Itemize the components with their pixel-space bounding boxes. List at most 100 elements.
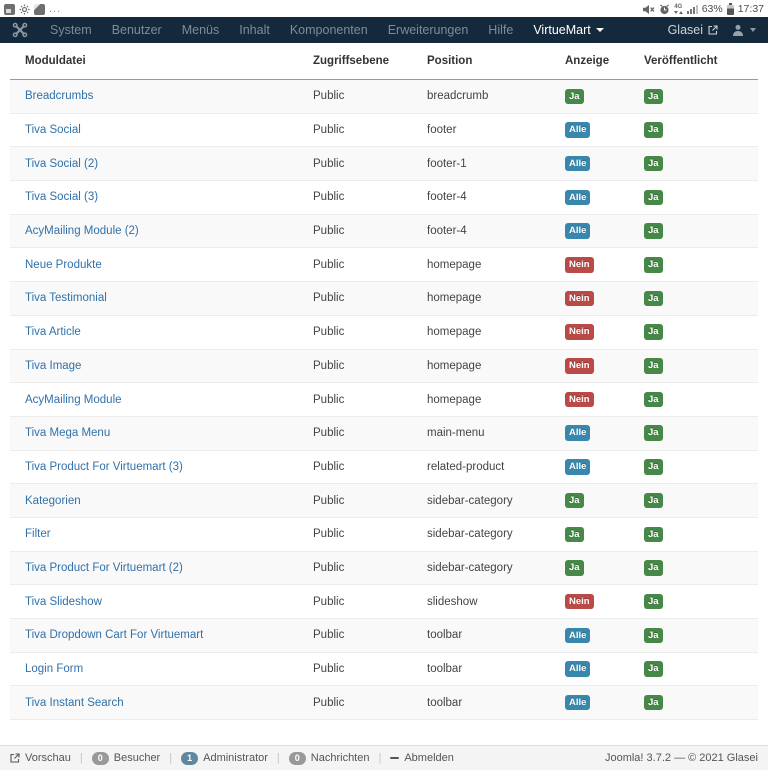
access-level: Public xyxy=(313,360,427,372)
admins-count-badge: 1 xyxy=(181,752,198,765)
module-link[interactable]: Login Form xyxy=(25,663,83,675)
module-position: homepage xyxy=(427,259,565,271)
published-badge[interactable]: Ja xyxy=(644,527,663,543)
module-link[interactable]: Tiva Product For Virtuemart (3) xyxy=(25,461,183,473)
module-link[interactable]: Filter xyxy=(25,528,51,540)
published-badge[interactable]: Ja xyxy=(644,695,663,711)
menu-item-mens[interactable]: Menüs xyxy=(172,23,230,37)
menu-item-inhalt[interactable]: Inhalt xyxy=(229,23,280,37)
module-link[interactable]: Neue Produkte xyxy=(25,259,102,271)
mobile-network-4g-icon: 4G xyxy=(674,4,683,14)
display-badge[interactable]: Ja xyxy=(565,527,584,543)
published-badge[interactable]: Ja xyxy=(644,190,663,206)
table-row: Login Form Public toolbar Alle Ja xyxy=(10,653,758,687)
module-position: toolbar xyxy=(427,663,565,675)
display-badge[interactable]: Alle xyxy=(565,661,590,677)
published-badge[interactable]: Ja xyxy=(644,89,663,105)
published-badge[interactable]: Ja xyxy=(644,459,663,475)
published-badge[interactable]: Ja xyxy=(644,628,663,644)
module-link[interactable]: Tiva Instant Search xyxy=(25,697,124,709)
table-row: Tiva Product For Virtuemart (2) Public s… xyxy=(10,552,758,586)
display-badge[interactable]: Alle xyxy=(565,628,590,644)
messages-count-badge: 0 xyxy=(289,752,306,765)
column-header-position: Position xyxy=(427,55,565,67)
published-badge[interactable]: Ja xyxy=(644,661,663,677)
module-link[interactable]: Tiva Product For Virtuemart (2) xyxy=(25,562,183,574)
logout-link[interactable]: Abmelden xyxy=(390,752,454,764)
menu-item-hilfe[interactable]: Hilfe xyxy=(478,23,523,37)
table-row: AcyMailing Module (2) Public footer-4 Al… xyxy=(10,215,758,249)
display-badge[interactable]: Alle xyxy=(565,122,590,138)
published-badge[interactable]: Ja xyxy=(644,156,663,172)
display-badge[interactable]: Nein xyxy=(565,324,594,340)
module-link[interactable]: Tiva Social xyxy=(25,124,81,136)
divider: | xyxy=(277,752,280,764)
module-link[interactable]: AcyMailing Module xyxy=(25,394,122,406)
table-row: Tiva Image Public homepage Nein Ja xyxy=(10,350,758,384)
published-badge[interactable]: Ja xyxy=(644,594,663,610)
messages-status[interactable]: 0 Nachrichten xyxy=(289,752,370,765)
module-position: homepage xyxy=(427,292,565,304)
preview-link[interactable]: Vorschau xyxy=(10,752,71,764)
display-badge[interactable]: Alle xyxy=(565,223,590,239)
published-badge[interactable]: Ja xyxy=(644,122,663,138)
access-level: Public xyxy=(313,158,427,170)
view-site-link[interactable]: Glasei xyxy=(668,23,718,37)
display-badge[interactable]: Alle xyxy=(565,695,590,711)
published-badge[interactable]: Ja xyxy=(644,358,663,374)
joomla-logo-icon xyxy=(12,22,28,38)
module-link[interactable]: Kategorien xyxy=(25,495,81,507)
published-badge[interactable]: Ja xyxy=(644,223,663,239)
module-link[interactable]: Tiva Mega Menu xyxy=(25,427,110,439)
module-link[interactable]: Tiva Social (2) xyxy=(25,158,98,170)
module-link[interactable]: AcyMailing Module (2) xyxy=(25,225,139,237)
published-badge[interactable]: Ja xyxy=(644,493,663,509)
published-badge[interactable]: Ja xyxy=(644,392,663,408)
display-badge[interactable]: Alle xyxy=(565,459,590,475)
display-badge[interactable]: Ja xyxy=(565,493,584,509)
chevron-down-icon xyxy=(596,28,604,32)
display-badge[interactable]: Nein xyxy=(565,291,594,307)
menu-item-komponenten[interactable]: Komponenten xyxy=(280,23,378,37)
visitors-count-badge: 0 xyxy=(92,752,109,765)
display-badge[interactable]: Ja xyxy=(565,89,584,105)
more-notifications-ellipsis: ... xyxy=(49,5,61,13)
menu-item-erweiterungen[interactable]: Erweiterungen xyxy=(378,23,479,37)
display-badge[interactable]: Nein xyxy=(565,594,594,610)
display-badge[interactable]: Alle xyxy=(565,156,590,172)
menu-item-system[interactable]: System xyxy=(40,23,102,37)
module-position: toolbar xyxy=(427,629,565,641)
table-header-row: Moduldatei Zugriffsebene Position Anzeig… xyxy=(10,43,758,80)
module-link[interactable]: Breadcrumbs xyxy=(25,90,93,102)
menu-item-benutzer[interactable]: Benutzer xyxy=(102,23,172,37)
display-badge[interactable]: Nein xyxy=(565,257,594,273)
column-header-moduldatei: Moduldatei xyxy=(25,55,313,67)
published-badge[interactable]: Ja xyxy=(644,425,663,441)
display-badge[interactable]: Alle xyxy=(565,425,590,441)
published-badge[interactable]: Ja xyxy=(644,291,663,307)
published-badge[interactable]: Ja xyxy=(644,560,663,576)
visitors-status: 0 Besucher xyxy=(92,752,161,765)
menu-item-virtuemart[interactable]: VirtueMart xyxy=(523,23,613,37)
published-badge[interactable]: Ja xyxy=(644,324,663,340)
module-position: toolbar xyxy=(427,697,565,709)
module-link[interactable]: Tiva Slideshow xyxy=(25,596,102,608)
access-level: Public xyxy=(313,697,427,709)
display-badge[interactable]: Ja xyxy=(565,560,584,576)
display-badge[interactable]: Nein xyxy=(565,358,594,374)
display-badge[interactable]: Alle xyxy=(565,190,590,206)
divider: | xyxy=(169,752,172,764)
table-row: Breadcrumbs Public breadcrumb Ja Ja xyxy=(10,80,758,114)
module-position: footer-4 xyxy=(427,225,565,237)
module-link[interactable]: Tiva Social (3) xyxy=(25,191,98,203)
display-badge[interactable]: Nein xyxy=(565,392,594,408)
access-level: Public xyxy=(313,461,427,473)
access-level: Public xyxy=(313,629,427,641)
published-badge[interactable]: Ja xyxy=(644,257,663,273)
module-link[interactable]: Tiva Article xyxy=(25,326,81,338)
system-status-area: 4G 63% 17:37 xyxy=(642,3,764,15)
module-link[interactable]: Tiva Dropdown Cart For Virtuemart xyxy=(25,629,203,641)
module-link[interactable]: Tiva Testimonial xyxy=(25,292,107,304)
module-link[interactable]: Tiva Image xyxy=(25,360,81,372)
user-menu[interactable] xyxy=(732,24,756,37)
